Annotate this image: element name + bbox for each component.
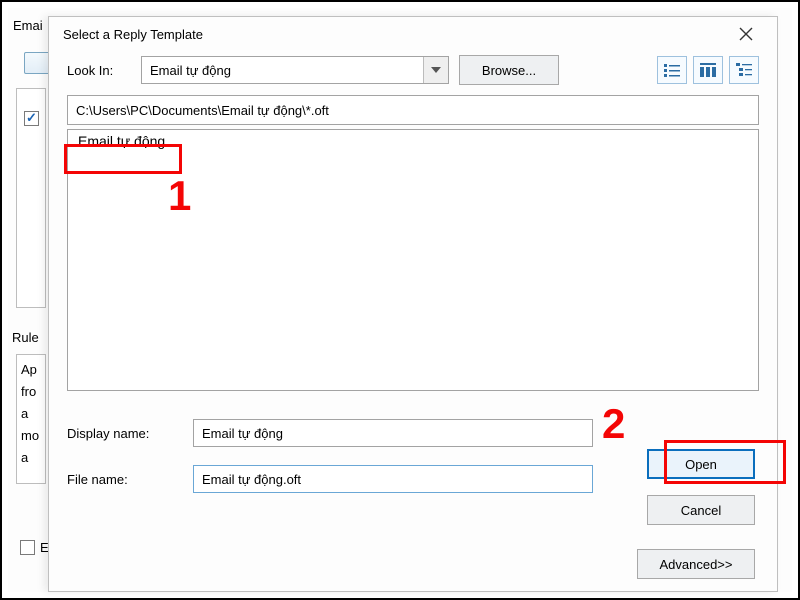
screenshot-border bbox=[0, 0, 800, 600]
